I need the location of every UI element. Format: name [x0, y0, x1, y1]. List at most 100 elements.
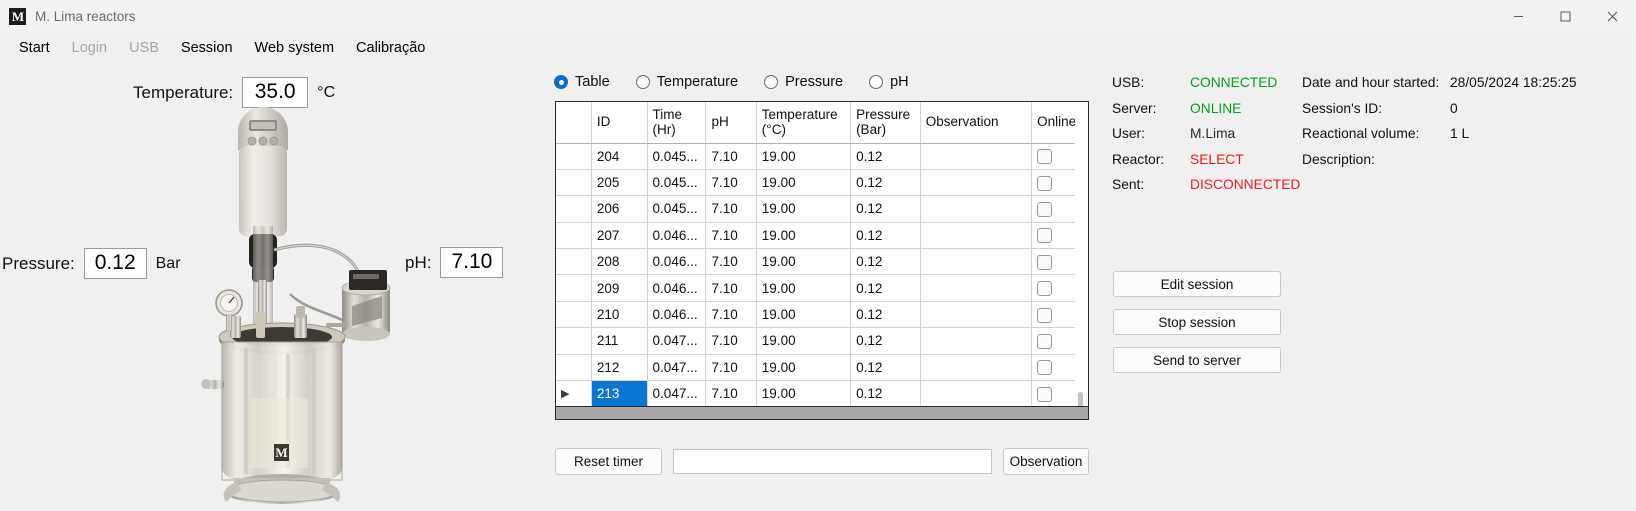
cell-pressure[interactable]: 0.12 — [850, 195, 921, 223]
cell-temperature[interactable]: 19.00 — [756, 195, 852, 223]
cell-id[interactable]: 207 — [591, 222, 648, 250]
column-header-observation[interactable]: Observation — [920, 102, 1033, 144]
row-selector-cell[interactable] — [556, 195, 592, 223]
cell-observation[interactable] — [920, 222, 1033, 250]
table-row[interactable]: 205 0.045... 7.10 19.00 0.12 — [556, 169, 1088, 197]
row-selector-cell[interactable] — [556, 248, 592, 276]
menu-item-session[interactable]: Session — [170, 36, 244, 60]
edit-session-button[interactable]: Edit session — [1113, 271, 1281, 297]
view-mode-table[interactable]: Table — [554, 74, 610, 90]
cell-observation[interactable] — [920, 380, 1033, 406]
cell-temperature[interactable]: 19.00 — [756, 380, 852, 406]
cell-ph[interactable]: 7.10 — [705, 169, 757, 197]
table-row[interactable]: 209 0.046... 7.10 19.00 0.12 — [556, 274, 1088, 302]
row-selector-cell[interactable] — [556, 143, 592, 170]
row-selector-cell[interactable] — [556, 327, 592, 355]
cell-id[interactable]: 213 — [591, 380, 648, 406]
minimize-button[interactable] — [1495, 0, 1542, 33]
row-selector-cell[interactable] — [556, 274, 592, 302]
cell-id[interactable]: 204 — [591, 143, 648, 170]
cell-observation[interactable] — [920, 274, 1033, 302]
online-checkbox[interactable] — [1037, 281, 1053, 297]
cell-ph[interactable]: 7.10 — [705, 327, 757, 355]
cell-time[interactable]: 0.046... — [647, 301, 707, 329]
cell-id[interactable]: 208 — [591, 248, 648, 276]
online-checkbox[interactable] — [1037, 386, 1053, 402]
cell-ph[interactable]: 7.10 — [705, 195, 757, 223]
cell-time[interactable]: 0.047... — [647, 380, 707, 406]
online-checkbox[interactable] — [1037, 228, 1053, 244]
cell-pressure[interactable]: 0.12 — [850, 301, 921, 329]
cell-temperature[interactable]: 19.00 — [756, 143, 852, 170]
row-selector-cell[interactable] — [556, 169, 592, 197]
column-header-temperature[interactable]: Temperature (°C) — [756, 102, 852, 144]
cell-observation[interactable] — [920, 195, 1033, 223]
online-checkbox[interactable] — [1037, 149, 1053, 165]
cell-ph[interactable]: 7.10 — [705, 354, 757, 382]
cell-temperature[interactable]: 19.00 — [756, 301, 852, 329]
menu-item-calibração[interactable]: Calibração — [345, 36, 436, 60]
online-checkbox[interactable] — [1037, 307, 1053, 323]
table-vertical-scrollbar[interactable] — [1075, 102, 1088, 406]
cell-id[interactable]: 210 — [591, 301, 648, 329]
online-checkbox[interactable] — [1037, 201, 1053, 217]
cell-observation[interactable] — [920, 301, 1033, 329]
view-mode-ph[interactable]: pH — [869, 74, 909, 90]
stop-session-button[interactable]: Stop session — [1113, 309, 1281, 335]
cell-time[interactable]: 0.046... — [647, 274, 707, 302]
cell-time[interactable]: 0.046... — [647, 222, 707, 250]
table-row[interactable]: 206 0.045... 7.10 19.00 0.12 — [556, 195, 1088, 223]
online-checkbox[interactable] — [1037, 360, 1053, 376]
cell-ph[interactable]: 7.10 — [705, 301, 757, 329]
table-row[interactable]: 212 0.047... 7.10 19.00 0.12 — [556, 354, 1088, 382]
cell-time[interactable]: 0.045... — [647, 195, 707, 223]
cell-time[interactable]: 0.045... — [647, 169, 707, 197]
cell-pressure[interactable]: 0.12 — [850, 380, 921, 406]
maximize-button[interactable] — [1542, 0, 1589, 33]
cell-pressure[interactable]: 0.12 — [850, 248, 921, 276]
online-checkbox[interactable] — [1037, 175, 1053, 191]
cell-temperature[interactable]: 19.00 — [756, 354, 852, 382]
cell-ph[interactable]: 7.10 — [705, 248, 757, 276]
table-vertical-scrollbar-thumb[interactable] — [1078, 392, 1083, 406]
cell-temperature[interactable]: 19.00 — [756, 274, 852, 302]
cell-pressure[interactable]: 0.12 — [850, 169, 921, 197]
online-checkbox[interactable] — [1037, 254, 1053, 270]
cell-pressure[interactable]: 0.12 — [850, 327, 921, 355]
cell-ph[interactable]: 7.10 — [705, 222, 757, 250]
send-to-server-button[interactable]: Send to server — [1113, 347, 1281, 373]
menu-item-start[interactable]: Start — [8, 36, 61, 60]
cell-id[interactable]: 211 — [591, 327, 648, 355]
cell-observation[interactable] — [920, 248, 1033, 276]
cell-time[interactable]: 0.047... — [647, 354, 707, 382]
column-header-id[interactable]: ID — [591, 102, 648, 144]
observation-button[interactable]: Observation — [1003, 448, 1089, 475]
cell-ph[interactable]: 7.10 — [705, 380, 757, 406]
table-horizontal-scrollbar[interactable] — [555, 407, 1089, 420]
view-mode-temperature[interactable]: Temperature — [635, 74, 738, 90]
cell-observation[interactable] — [920, 169, 1033, 197]
menu-item-web-system[interactable]: Web system — [244, 36, 346, 60]
cell-ph[interactable]: 7.10 — [705, 274, 757, 302]
table-row[interactable]: 210 0.046... 7.10 19.00 0.12 — [556, 301, 1088, 329]
cell-temperature[interactable]: 19.00 — [756, 169, 852, 197]
cell-ph[interactable]: 7.10 — [705, 143, 757, 170]
cell-pressure[interactable]: 0.12 — [850, 222, 921, 250]
column-header-time[interactable]: Time (Hr) — [647, 102, 707, 144]
table-row[interactable]: 207 0.046... 7.10 19.00 0.12 — [556, 222, 1088, 250]
online-checkbox[interactable] — [1037, 333, 1053, 349]
table-row[interactable]: 211 0.047... 7.10 19.00 0.12 — [556, 327, 1088, 355]
cell-id[interactable]: 209 — [591, 274, 648, 302]
column-header-ph[interactable]: pH — [705, 102, 757, 144]
table-row[interactable]: 204 0.045... 7.10 19.00 0.12 — [556, 143, 1088, 170]
close-button[interactable] — [1589, 0, 1636, 33]
observation-input[interactable] — [673, 449, 992, 474]
reset-timer-button[interactable]: Reset timer — [555, 448, 662, 475]
table-row[interactable]: 208 0.046... 7.10 19.00 0.12 — [556, 248, 1088, 276]
cell-time[interactable]: 0.047... — [647, 327, 707, 355]
cell-temperature[interactable]: 19.00 — [756, 222, 852, 250]
row-selector-arrow-icon[interactable]: ▶ — [556, 380, 592, 406]
row-selector-cell[interactable] — [556, 301, 592, 329]
cell-id[interactable]: 206 — [591, 195, 648, 223]
cell-observation[interactable] — [920, 327, 1033, 355]
